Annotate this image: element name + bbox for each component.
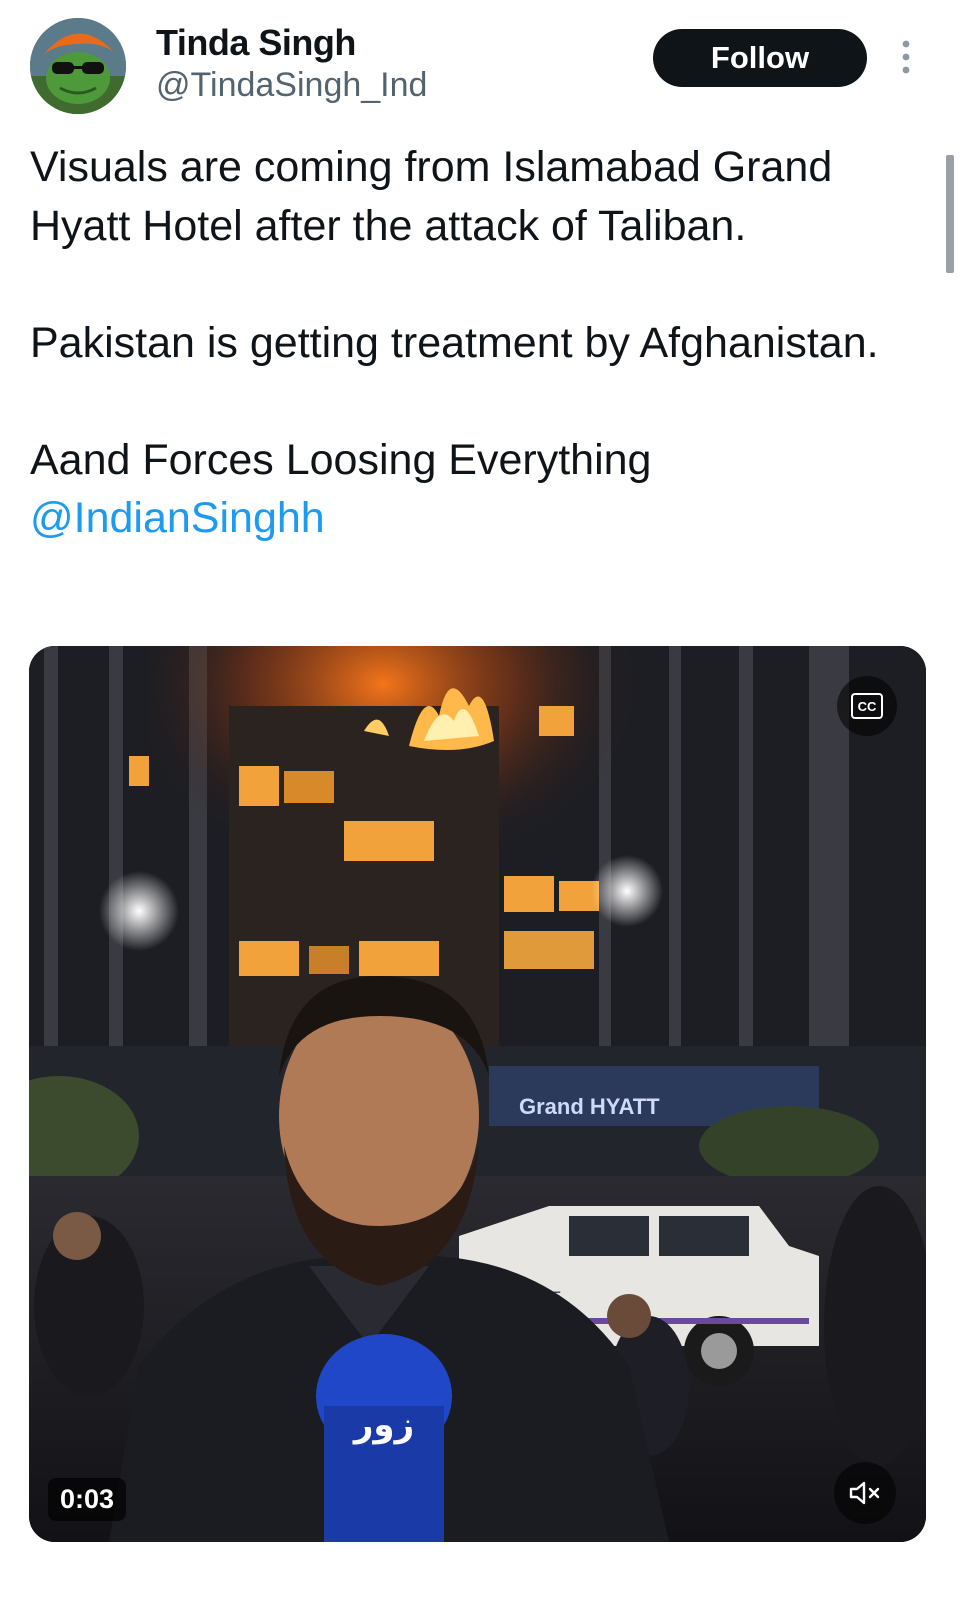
video-player[interactable]: Grand HYATT POLICE زور [29,646,926,1542]
captions-icon: CC [851,693,883,719]
follow-button[interactable]: Follow [653,29,867,87]
tweet-line-2: Pakistan is getting treatment by Afghani… [30,318,879,367]
author-handle[interactable]: @TindaSingh_Ind [156,66,427,105]
mention-link[interactable]: @IndianSinghh [30,494,325,542]
mute-button[interactable] [834,1462,896,1524]
tweet-line-1: Visuals are coming from Islamabad Grand … [30,143,833,250]
author-avatar[interactable] [30,18,126,114]
captions-button[interactable]: CC [837,676,897,736]
video-frame: Grand HYATT POLICE زور [29,646,926,1542]
frog-avatar-icon [30,18,126,114]
scrollbar[interactable] [946,155,954,273]
author-name[interactable]: Tinda Singh [156,22,356,64]
volume-muted-icon [849,1481,880,1505]
more-vertical-icon[interactable] [896,38,916,78]
microphone-label: زور [352,1405,414,1445]
hotel-sign: Grand HYATT [519,1094,660,1119]
video-duration: 0:03 [48,1478,127,1521]
tweet-text: Visuals are coming from Islamabad Grand … [30,138,930,548]
tweet-line-3: Aand Forces Loosing Everything [30,435,652,484]
